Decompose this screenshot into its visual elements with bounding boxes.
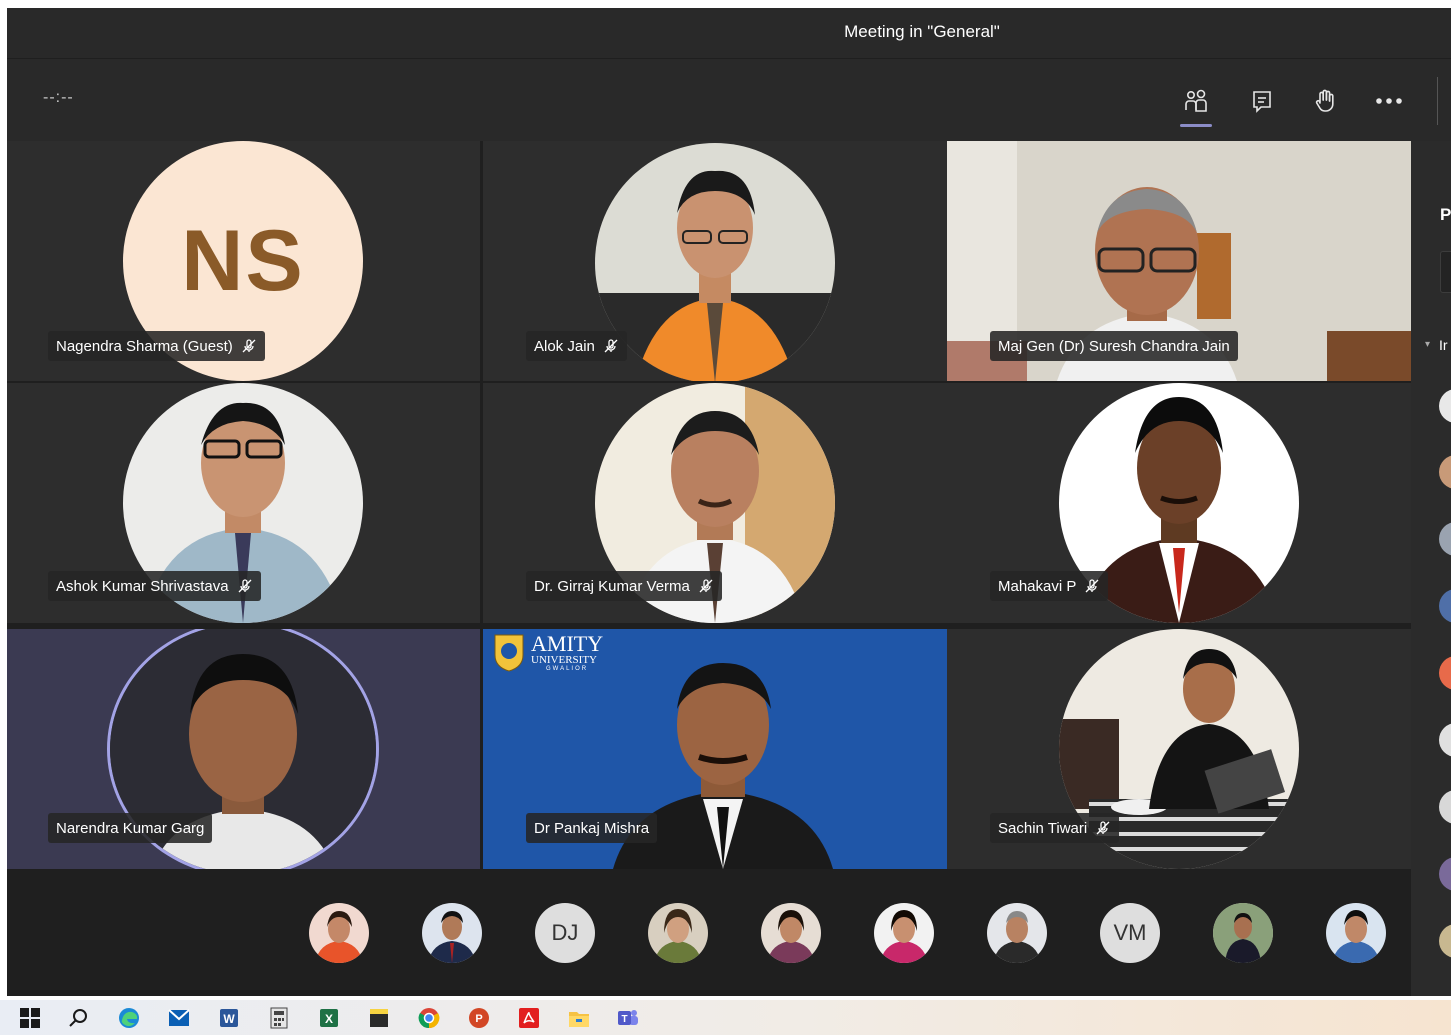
windows-start-icon[interactable] [18, 1006, 42, 1030]
mic-muted-icon [698, 578, 714, 594]
edge-icon[interactable] [117, 1006, 141, 1030]
participant-name: Dr Pankaj Mishra [534, 819, 650, 837]
panel-section-label: Ir [1439, 337, 1448, 353]
windows-taskbar: W X P T [0, 1000, 1451, 1035]
panel-participant-avatar[interactable] [1439, 790, 1451, 824]
mic-muted-icon [1084, 578, 1100, 594]
participant-tile[interactable]: Narendra Kumar Garg [7, 629, 480, 869]
participant-tile[interactable]: Ashok Kumar Shrivastava [7, 383, 480, 623]
panel-participant-avatar[interactable] [1439, 389, 1451, 423]
participant-name: Maj Gen (Dr) Suresh Chandra Jain [998, 337, 1230, 355]
participants-panel: P ▾ Ir [1411, 141, 1451, 996]
panel-heading: P [1440, 205, 1451, 224]
panel-participant-avatar[interactable] [1439, 723, 1451, 757]
roster-avatar[interactable] [1326, 903, 1386, 963]
participant-nametag: Alok Jain [526, 331, 627, 361]
show-participants-button[interactable] [1176, 81, 1216, 127]
chevron-down-icon[interactable]: ▾ [1425, 339, 1430, 350]
video-grid: NS Nagendra Sharma (Guest) Alok Jain Maj… [7, 141, 1411, 870]
title-bar: Meeting in "General" [7, 8, 1451, 58]
participant-nametag: Dr. Girraj Kumar Verma [526, 571, 722, 601]
participant-nametag: Dr Pankaj Mishra [526, 813, 658, 843]
word-icon[interactable]: W [217, 1006, 241, 1030]
mail-icon[interactable] [167, 1006, 191, 1030]
show-chat-button[interactable] [1242, 81, 1282, 121]
roster-initials: VM [1113, 920, 1147, 945]
roster-avatar[interactable] [987, 903, 1047, 963]
participant-tile[interactable]: AMITY UNIVERSITY GWALIOR Dr Pankaj Mishr… [483, 629, 947, 869]
roster-avatar[interactable] [648, 903, 708, 963]
participant-tile[interactable]: Mahakavi P [947, 383, 1411, 623]
panel-participant-avatar[interactable] [1439, 924, 1451, 958]
teams-meeting-window: Meeting in "General" --:-- NS Nagendra S… [7, 8, 1451, 996]
participant-nametag: Mahakavi P [990, 571, 1109, 601]
search-icon[interactable] [66, 1006, 90, 1030]
svg-text:X: X [325, 1012, 333, 1026]
roster-avatar[interactable] [874, 903, 934, 963]
panel-participant-avatar[interactable] [1439, 857, 1451, 891]
excel-icon[interactable]: X [317, 1006, 341, 1030]
roster-initials: DJ [551, 920, 579, 945]
participant-name: Ashok Kumar Shrivastava [56, 577, 229, 595]
roster-initials-avatar[interactable]: DJ [535, 903, 595, 963]
participant-tile[interactable]: Maj Gen (Dr) Suresh Chandra Jain [947, 141, 1411, 381]
participant-nametag: Sachin Tiwari [990, 813, 1120, 843]
participant-nametag: Narendra Kumar Garg [48, 813, 213, 843]
svg-text:W: W [223, 1012, 235, 1026]
mic-muted-icon [1095, 820, 1111, 836]
participant-name: Sachin Tiwari [998, 819, 1088, 837]
roster-avatar[interactable] [1213, 903, 1273, 963]
calculator-icon[interactable] [267, 1006, 291, 1030]
participant-tile[interactable]: NS Nagendra Sharma (Guest) [7, 141, 480, 381]
mic-muted-icon [603, 338, 619, 354]
panel-search-box[interactable] [1440, 251, 1451, 293]
raise-hand-button[interactable] [1305, 81, 1345, 121]
svg-text:T: T [621, 1014, 627, 1025]
svg-text:P: P [475, 1013, 482, 1025]
panel-participant-avatar[interactable] [1439, 589, 1451, 623]
more-options-button[interactable] [1369, 81, 1409, 121]
participant-name: Mahakavi P [998, 577, 1077, 595]
mic-muted-icon [241, 338, 257, 354]
meeting-toolbar: --:-- [7, 59, 1451, 141]
powerpoint-icon[interactable]: P [467, 1006, 491, 1030]
participants-icon [1185, 89, 1207, 112]
file-explorer-icon[interactable] [567, 1006, 591, 1030]
overflow-participants-roster: DJ VM [7, 870, 1411, 996]
participant-name: Narendra Kumar Garg [56, 819, 205, 837]
participant-nametag: Ashok Kumar Shrivastava [48, 571, 261, 601]
participant-nametag: Maj Gen (Dr) Suresh Chandra Jain [990, 331, 1238, 361]
participant-nametag: Nagendra Sharma (Guest) [48, 331, 265, 361]
participant-tile[interactable]: Sachin Tiwari [947, 629, 1411, 869]
chat-icon [1253, 91, 1271, 113]
participant-name: Nagendra Sharma (Guest) [56, 337, 233, 355]
avatar-initials: NS [181, 212, 305, 309]
sticky-notes-icon[interactable] [367, 1006, 391, 1030]
panel-participant-avatar[interactable] [1439, 522, 1451, 556]
roster-avatar[interactable] [309, 903, 369, 963]
more-options-icon [1376, 98, 1402, 104]
mic-muted-icon [237, 578, 253, 594]
raise-hand-icon [1315, 89, 1334, 112]
participant-name: Dr. Girraj Kumar Verma [534, 577, 690, 595]
roster-initials-avatar[interactable]: VM [1100, 903, 1160, 963]
roster-avatar[interactable] [422, 903, 482, 963]
toolbar-divider [1437, 77, 1438, 125]
participant-photo [595, 143, 835, 381]
panel-participant-avatar[interactable] [1439, 656, 1451, 690]
meeting-timer: --:-- [43, 89, 74, 106]
teams-icon[interactable]: T [616, 1006, 640, 1030]
participant-tile[interactable]: Dr. Girraj Kumar Verma [483, 383, 956, 623]
roster-avatar[interactable] [761, 903, 821, 963]
chrome-icon[interactable] [417, 1006, 441, 1030]
panel-participant-avatar[interactable] [1439, 455, 1451, 489]
participant-name: Alok Jain [534, 337, 595, 355]
participant-tile[interactable]: Alok Jain [483, 141, 956, 381]
acrobat-icon[interactable] [517, 1006, 541, 1030]
window-title: Meeting in "General" [844, 22, 1000, 41]
